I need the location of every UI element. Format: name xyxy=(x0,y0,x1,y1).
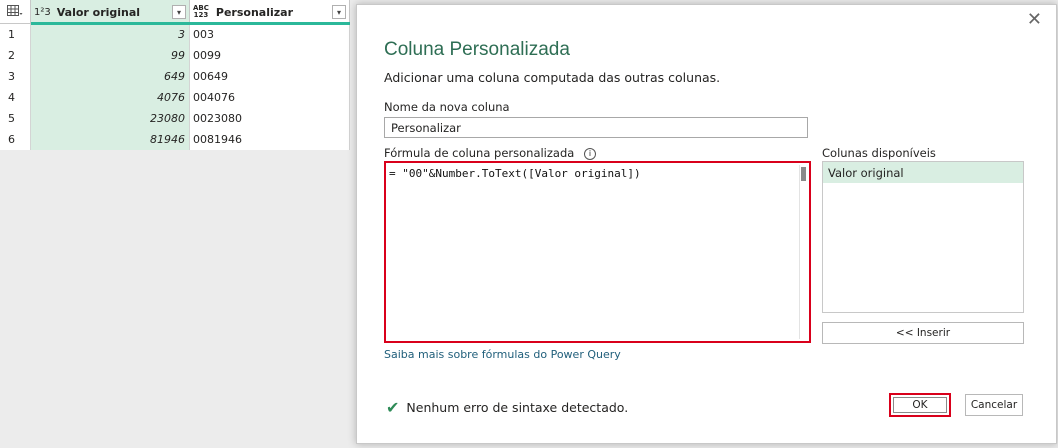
row-index: 1 xyxy=(0,24,31,45)
row-index: 5 xyxy=(0,108,31,129)
cell-personalizar[interactable]: 0099 xyxy=(190,45,350,66)
table-row: 5 23080 0023080 xyxy=(0,108,350,129)
available-columns-label: Colunas disponíveis xyxy=(822,146,936,160)
dialog-subtitle: Adicionar uma coluna computada das outra… xyxy=(384,70,721,85)
table-row: 6 81946 0081946 xyxy=(0,129,350,150)
info-icon[interactable]: i xyxy=(583,147,596,160)
dropdown-icon[interactable]: ▾ xyxy=(172,5,186,19)
formula-scrollbar[interactable] xyxy=(799,165,807,339)
cell-personalizar[interactable]: 00649 xyxy=(190,66,350,87)
cell-personalizar[interactable]: 0023080 xyxy=(190,108,350,129)
cell-personalizar[interactable]: 0081946 xyxy=(190,129,350,150)
cell-valor-original[interactable]: 649 xyxy=(31,66,190,87)
dropdown-icon[interactable]: ▾ xyxy=(332,5,346,19)
check-icon: ✔ xyxy=(386,398,400,417)
available-columns-list[interactable]: Valor original xyxy=(822,161,1024,313)
grid-header: 1²3 Valor original ▾ ABC 123 Personaliza… xyxy=(0,0,350,25)
number-type-icon[interactable]: 1²3 xyxy=(34,7,51,18)
list-item[interactable]: Valor original xyxy=(823,162,1023,183)
column-header-personalizar[interactable]: ABC 123 Personalizar ▾ xyxy=(190,0,350,24)
cell-valor-original[interactable]: 23080 xyxy=(31,108,190,129)
ok-button[interactable]: OK xyxy=(889,393,951,417)
cell-personalizar[interactable]: 003 xyxy=(190,24,350,45)
status-text: Nenhum erro de sintaxe detectado. xyxy=(406,400,629,415)
column-header-valor-original[interactable]: 1²3 Valor original ▾ xyxy=(31,0,190,24)
formula-text[interactable]: = "00"&Number.ToText([Valor original]) xyxy=(389,167,641,180)
close-icon[interactable]: ✕ xyxy=(1027,11,1042,29)
table-menu-button[interactable] xyxy=(0,0,31,24)
column-name: Valor original xyxy=(56,5,141,19)
cell-valor-original[interactable]: 3 xyxy=(31,24,190,45)
row-index: 3 xyxy=(0,66,31,87)
column-name-label: Nome da nova coluna xyxy=(384,100,510,114)
insert-button[interactable]: << Inserir xyxy=(822,322,1024,344)
any-type-icon[interactable]: ABC 123 xyxy=(193,5,209,19)
column-name: Personalizar xyxy=(215,5,293,19)
formula-label-row: Fórmula de coluna personalizada i xyxy=(384,146,596,160)
syntax-status: ✔ Nenhum erro de sintaxe detectado. xyxy=(386,398,628,417)
table-row: 2 99 0099 xyxy=(0,45,350,66)
cell-personalizar[interactable]: 004076 xyxy=(190,87,350,108)
table-icon xyxy=(7,4,23,20)
table-row: 4 4076 004076 xyxy=(0,87,350,108)
column-quality-bar xyxy=(31,22,350,25)
cell-valor-original[interactable]: 99 xyxy=(31,45,190,66)
column-name-input[interactable]: Personalizar xyxy=(384,117,808,138)
custom-column-dialog: ✕ Coluna Personalizada Adicionar uma col… xyxy=(356,4,1057,444)
help-link[interactable]: Saiba mais sobre fórmulas do Power Query xyxy=(384,348,621,361)
formula-editor[interactable]: = "00"&Number.ToText([Valor original]) xyxy=(384,161,811,343)
scrollbar-thumb[interactable] xyxy=(801,167,806,181)
cell-valor-original[interactable]: 4076 xyxy=(31,87,190,108)
cancel-button[interactable]: Cancelar xyxy=(965,394,1023,416)
ok-label: OK xyxy=(893,397,947,413)
data-grid: 1²3 Valor original ▾ ABC 123 Personaliza… xyxy=(0,0,350,150)
row-index: 4 xyxy=(0,87,31,108)
row-index: 2 xyxy=(0,45,31,66)
table-row: 1 3 003 xyxy=(0,24,350,45)
cell-valor-original[interactable]: 81946 xyxy=(31,129,190,150)
table-row: 3 649 00649 xyxy=(0,66,350,87)
row-index: 6 xyxy=(0,129,31,150)
formula-label: Fórmula de coluna personalizada xyxy=(384,146,575,160)
dialog-title: Coluna Personalizada xyxy=(384,39,570,60)
